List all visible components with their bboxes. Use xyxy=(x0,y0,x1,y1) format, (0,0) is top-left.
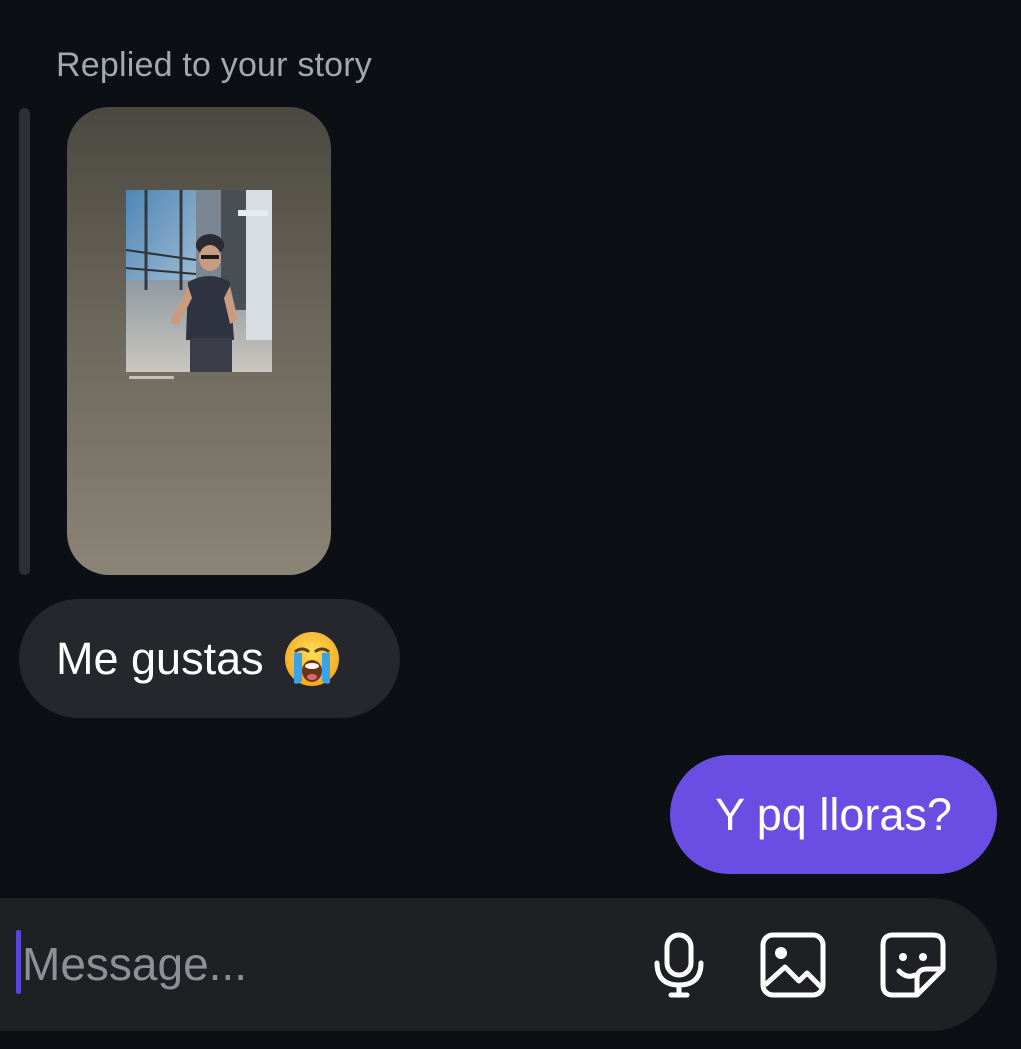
text-cursor xyxy=(16,930,21,994)
story-caption xyxy=(129,376,174,379)
message-composer xyxy=(0,898,997,1031)
incoming-message-bubble[interactable]: Me gustas xyxy=(19,599,400,718)
reply-indicator-bar xyxy=(19,108,30,575)
outgoing-message-text: Y pq lloras? xyxy=(715,788,952,840)
sticker-icon[interactable] xyxy=(877,929,949,1001)
image-icon[interactable] xyxy=(757,929,829,1001)
incoming-message-text: Me gustas xyxy=(56,632,264,684)
story-reply-label: Replied to your story xyxy=(56,46,373,84)
message-input[interactable] xyxy=(22,922,582,1006)
microphone-icon[interactable] xyxy=(643,929,715,1001)
story-photo xyxy=(126,190,272,372)
loudly-crying-face-icon xyxy=(284,631,340,687)
outgoing-message-bubble[interactable]: Y pq lloras? xyxy=(670,755,997,874)
story-thumbnail[interactable] xyxy=(67,107,331,575)
